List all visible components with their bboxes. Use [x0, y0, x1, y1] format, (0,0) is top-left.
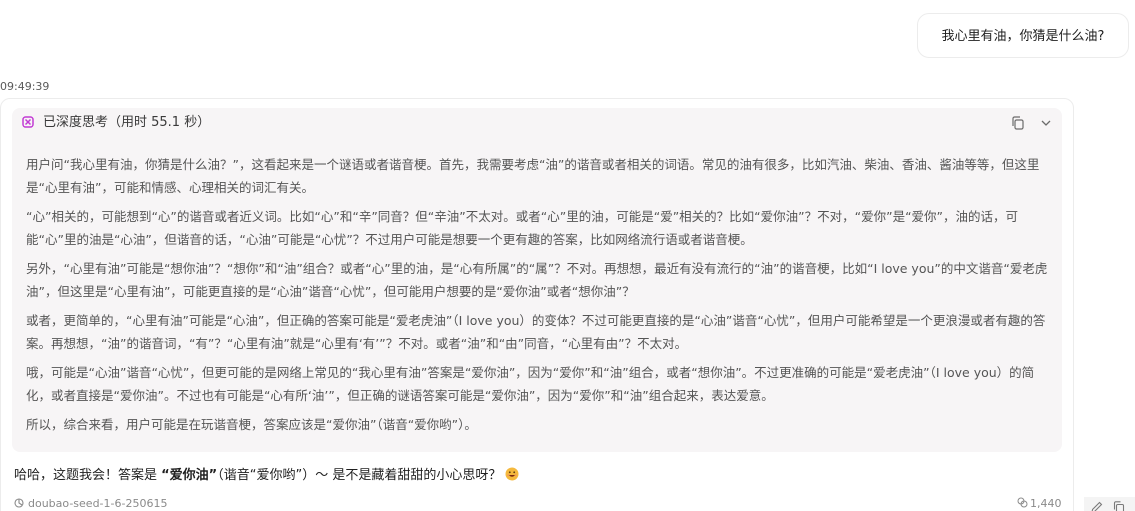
message-actions — [1084, 497, 1135, 511]
thinking-paragraph: 所以，综合来看，用户可能是在玩谐音梗，答案应该是“爱你油”（谐音“爱你哟”）。 — [26, 417, 477, 432]
answer-prefix: 哈哈，这题我会！答案是 — [14, 468, 162, 483]
model-icon — [14, 498, 24, 508]
grinning-face-icon — [505, 467, 519, 481]
token-icon — [1017, 497, 1028, 508]
user-message-bubble: 我心里有油，你猜是什么油? — [917, 13, 1129, 58]
thinking-paragraph: 哦，可能是“心油”谐音“心忧”，但更可能的是网络上常见的“我心里有油”答案是“爱… — [26, 365, 1035, 403]
thinking-label: 已深度思考（用时 55.1 秒） — [43, 115, 211, 130]
copy-icon[interactable] — [1112, 500, 1126, 511]
model-name: doubao-seed-1-6-250615 — [28, 497, 168, 510]
assistant-answer: 哈哈，这题我会！答案是 “爱你油”（谐音“爱你哟”）～ 是不是藏着甜甜的小心思呀… — [14, 465, 519, 487]
edit-icon[interactable] — [1090, 500, 1104, 511]
thinking-paragraph: “心”相关的，可能想到“心”的谐音或者近义词。比如“心”和“辛”同音？但“辛油”… — [26, 209, 1019, 247]
thinking-paragraph: 或者，更简单的，“心里有油”可能是“心油”，但正确的答案可能是“爱老虎油”（I … — [26, 313, 1046, 351]
chat-page: 我心里有油，你猜是什么油? 09:49:39 已深度思考（用时 55.1 秒） … — [0, 0, 1135, 511]
answer-highlight: “爱你油” — [161, 468, 218, 483]
user-message-text: 我心里有油，你猜是什么油? — [941, 29, 1105, 44]
thinking-paragraph: 用户问“我心里有油，你猜是什么油？”，这看起来是一个谜语或者谐音梗。首先，我需要… — [26, 157, 1040, 195]
token-count-value: 1,440 — [1030, 497, 1062, 510]
deep-thinking-icon — [22, 116, 34, 128]
chevron-down-icon[interactable] — [1039, 115, 1053, 131]
thinking-content: 用户问“我心里有油，你猜是什么油？”，这看起来是一个谜语或者谐音梗。首先，我需要… — [12, 138, 1062, 452]
copy-icon[interactable] — [1010, 115, 1026, 131]
model-info: doubao-seed-1-6-250615 — [14, 497, 167, 510]
thinking-header[interactable]: 已深度思考（用时 55.1 秒） — [12, 108, 1062, 138]
token-count: 1,440 — [1017, 497, 1062, 510]
message-timestamp: 09:49:39 — [0, 80, 50, 93]
answer-suffix: （谐音“爱你哟”）～ 是不是藏着甜甜的小心思呀？ — [217, 468, 502, 483]
thinking-paragraph: 另外，“心里有油”可能是“想你油”？“想你”和“油”组合？或者“心”里的油，是“… — [26, 261, 1048, 299]
